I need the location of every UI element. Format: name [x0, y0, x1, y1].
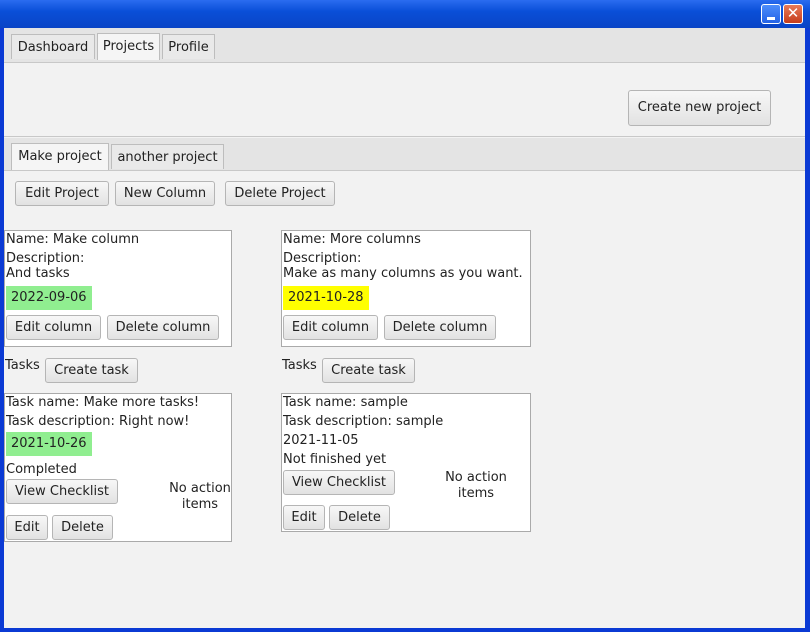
main-tabbar: Dashboard Projects Profile: [4, 28, 805, 63]
tab-profile[interactable]: Profile: [162, 34, 215, 59]
window-titlebar[interactable]: ✕: [0, 0, 810, 28]
no-action-line1: No action: [169, 481, 231, 496]
column-card: Name: More columns Description: Make as …: [281, 230, 531, 347]
column-name: Name: More columns: [283, 232, 421, 247]
project-tabbar: Make project another project: [4, 138, 805, 171]
no-action-line2: items: [181, 497, 219, 512]
view-checklist-button[interactable]: View Checklist: [6, 479, 118, 504]
column-name: Name: Make column: [6, 232, 140, 247]
task-date: 2021-11-05: [283, 433, 359, 448]
tasks-label: Tasks: [5, 358, 40, 373]
edit-column-button[interactable]: Edit column: [6, 315, 101, 340]
column-description-label: Description:: [283, 251, 362, 266]
no-action-items: No action items: [441, 470, 511, 502]
delete-task-button[interactable]: Delete: [52, 515, 113, 540]
no-action-items: No action items: [165, 481, 235, 513]
task-date: 2021-10-26: [6, 432, 92, 456]
tasks-label: Tasks: [282, 358, 317, 373]
close-button[interactable]: ✕: [783, 4, 803, 24]
column-description: And tasks: [6, 266, 70, 281]
delete-column-button[interactable]: Delete column: [107, 315, 219, 340]
new-column-button[interactable]: New Column: [115, 181, 215, 206]
no-action-line1: No action: [445, 470, 507, 485]
tab-another-project[interactable]: another project: [111, 144, 224, 169]
task-card: Task name: Make more tasks! Task descrip…: [4, 393, 232, 542]
task-status: Not finished yet: [283, 452, 387, 467]
view-checklist-button[interactable]: View Checklist: [283, 470, 395, 495]
tab-dashboard[interactable]: Dashboard: [11, 34, 95, 59]
edit-task-button[interactable]: Edit: [6, 515, 48, 540]
minimize-button[interactable]: [761, 4, 781, 24]
create-task-button[interactable]: Create task: [45, 358, 138, 383]
column-date: 2021-10-28: [283, 286, 369, 310]
app-window: Dashboard Projects Profile Create new pr…: [4, 28, 805, 628]
delete-task-button[interactable]: Delete: [329, 505, 390, 530]
column-date: 2022-09-06: [6, 286, 92, 310]
task-name: Task name: Make more tasks!: [6, 395, 200, 410]
create-task-button[interactable]: Create task: [322, 358, 415, 383]
task-card: Task name: sample Task description: samp…: [281, 393, 531, 532]
edit-project-button[interactable]: Edit Project: [15, 181, 109, 206]
delete-column-button[interactable]: Delete column: [384, 315, 496, 340]
tab-projects[interactable]: Projects: [97, 33, 160, 60]
projects-header: Create new project: [4, 63, 805, 137]
column-description-label: Description:: [6, 251, 85, 266]
edit-task-button[interactable]: Edit: [283, 505, 325, 530]
tab-make-project[interactable]: Make project: [11, 143, 109, 170]
delete-project-button[interactable]: Delete Project: [225, 181, 335, 206]
column-description: Make as many columns as you want.: [283, 266, 523, 281]
column-card: Name: Make column Description: And tasks…: [4, 230, 232, 347]
edit-column-button[interactable]: Edit column: [283, 315, 378, 340]
task-description: Task description: Right now!: [6, 414, 190, 429]
create-project-button[interactable]: Create new project: [628, 90, 771, 126]
task-description: Task description: sample: [283, 414, 444, 429]
task-status: Completed: [6, 462, 77, 477]
task-name: Task name: sample: [283, 395, 408, 410]
no-action-line2: items: [457, 486, 495, 501]
close-icon: ✕: [786, 4, 800, 22]
